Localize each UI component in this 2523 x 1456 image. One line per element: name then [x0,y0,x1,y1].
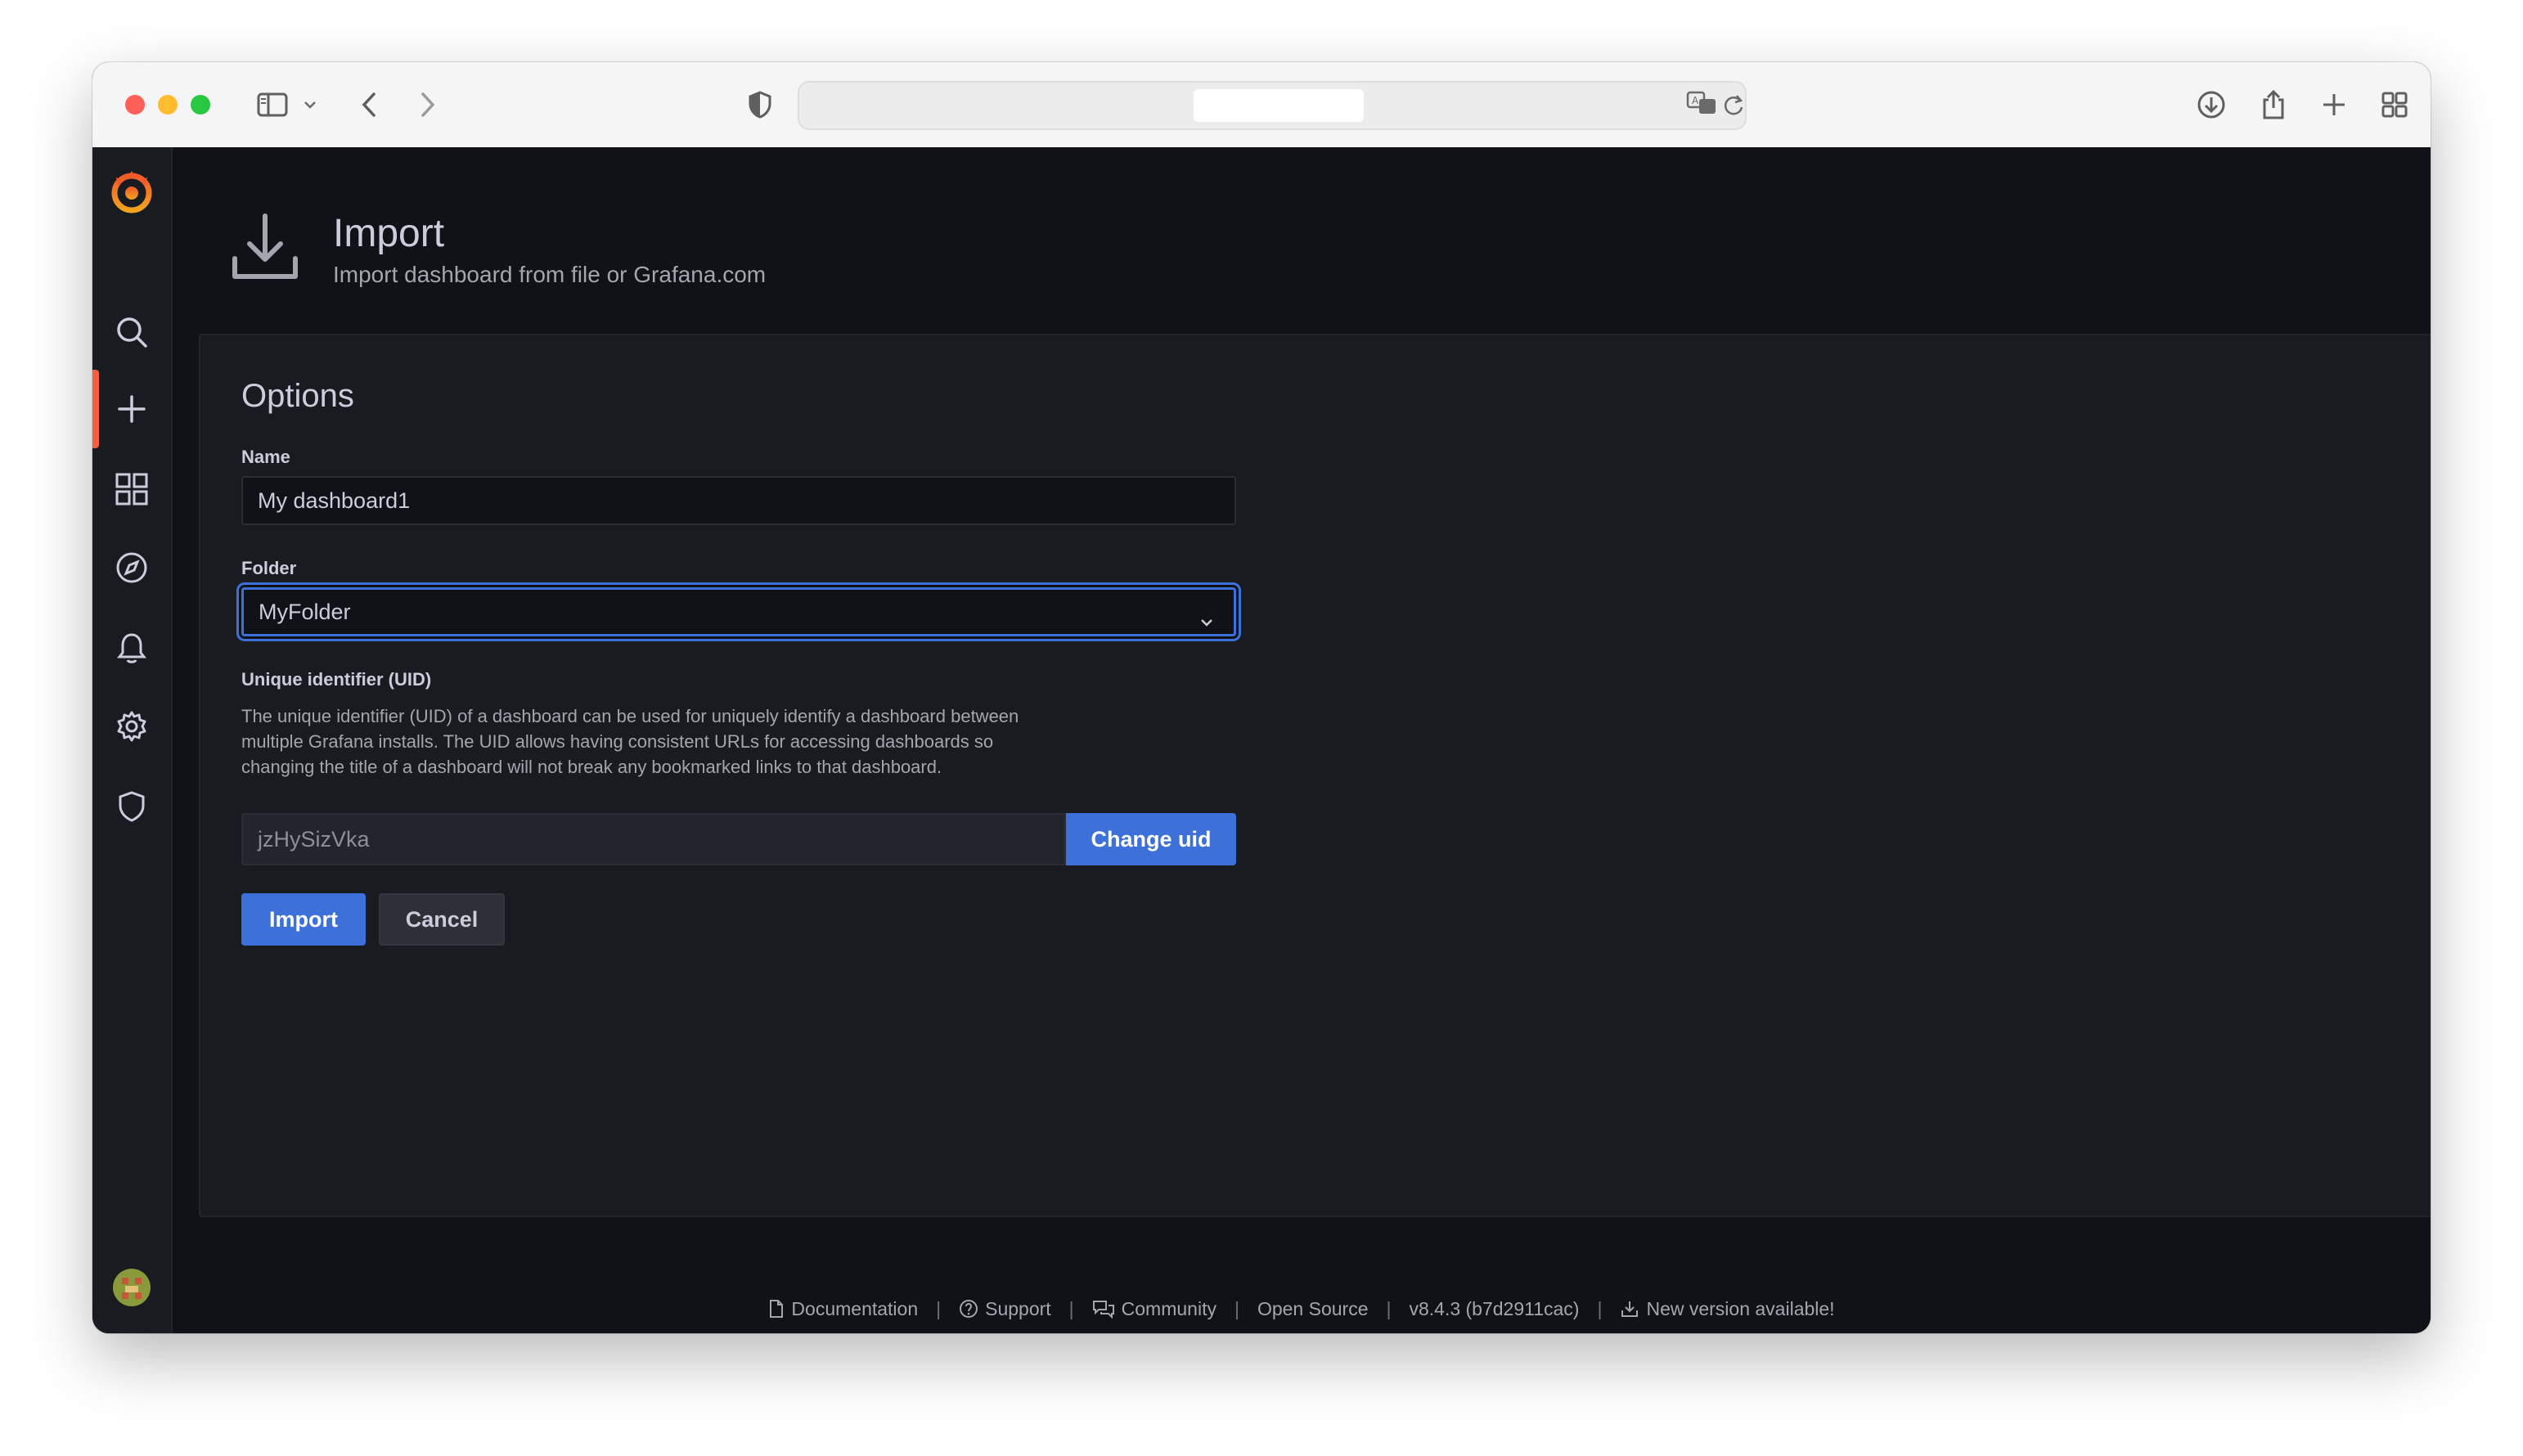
page-subtitle: Import dashboard from file or Grafana.co… [333,262,767,287]
explore-icon[interactable] [92,535,171,600]
footer-separator: | [1068,1297,1074,1319]
folder-select[interactable]: MyFolder [241,587,1236,636]
downloads-icon[interactable] [2193,85,2229,124]
footer-separator: | [936,1297,942,1319]
config-icon[interactable] [92,694,171,759]
side-menu [92,147,173,1333]
options-heading: Options [241,378,354,414]
footer-support-link[interactable]: Support [959,1298,1051,1320]
plus-icon[interactable] [92,376,171,442]
download-alt-icon [1621,1301,1639,1317]
footer-separator: | [1597,1297,1603,1319]
document-icon [770,1300,784,1318]
footer-documentation-label: Documentation [791,1297,919,1319]
import-button[interactable]: Import [241,893,366,946]
avatar[interactable] [92,1255,171,1320]
close-window-button[interactable] [125,95,145,115]
folder-label: Folder [241,558,297,578]
alerting-icon[interactable] [92,615,171,681]
reload-icon[interactable] [1722,92,1745,121]
footer-separator: | [1234,1297,1239,1319]
cancel-button[interactable]: Cancel [379,893,505,946]
zoom-window-button[interactable] [191,95,210,115]
new-tab-icon[interactable] [2316,85,2352,124]
options-panel: Options Name My dashboard1 Folder MyFold… [199,334,2431,1217]
chevron-down-icon [1199,608,1214,633]
footer-open-source-label: Open Source [1257,1297,1369,1319]
footer-documentation-link[interactable]: Documentation [768,1298,918,1320]
share-icon[interactable] [2255,85,2291,124]
main-content: Import Import dashboard from file or Gra… [173,147,2431,1333]
footer-open-source-link[interactable]: Open Source [1257,1298,1369,1320]
svg-text:A: A [1692,95,1699,106]
footer-community-label: Community [1121,1297,1217,1319]
grafana-logo-icon[interactable] [92,159,171,224]
search-icon[interactable] [92,299,171,365]
page-title: Import [333,212,445,255]
tab-overview-icon[interactable] [2377,85,2413,124]
name-label: Name [241,447,290,467]
back-icon[interactable] [353,85,385,124]
footer-new-version-label: New version available! [1646,1297,1835,1319]
chevron-down-icon[interactable] [299,85,322,124]
browser-window: A Import Import dashboard from file or G… [92,62,2431,1333]
shield-icon[interactable] [92,774,171,839]
sidebar-toggle-icon[interactable] [253,85,292,124]
address-text [1194,89,1364,122]
footer-version: v8.4.3 (b7d2911cac) [1409,1297,1580,1319]
question-circle-icon [960,1300,978,1318]
privacy-shield-icon[interactable] [744,85,776,124]
dashboards-icon[interactable] [92,456,171,522]
comments-icon [1092,1301,1114,1319]
footer-new-version-link[interactable]: New version available! [1620,1297,1835,1320]
name-input[interactable]: My dashboard1 [241,476,1236,525]
uid-description: The unique identifier (UID) of a dashboa… [241,706,1019,777]
address-bar[interactable]: A [798,81,1747,130]
import-icon [230,213,300,287]
uid-label: Unique identifier (UID) [241,669,432,690]
change-uid-button[interactable]: Change uid [1066,813,1236,865]
translate-icon[interactable]: A [1686,89,1719,123]
footer-community-link[interactable]: Community [1092,1298,1217,1320]
folder-select-value: MyFolder [259,599,351,624]
footer-separator: | [1386,1297,1392,1319]
footer: Documentation | Support | Community | Op… [173,1292,2431,1325]
forward-icon[interactable] [412,85,444,124]
uid-input: jzHySizVka [241,813,1066,865]
browser-toolbar: A [92,62,2431,149]
minimize-window-button[interactable] [158,95,178,115]
footer-support-label: Support [985,1297,1051,1319]
